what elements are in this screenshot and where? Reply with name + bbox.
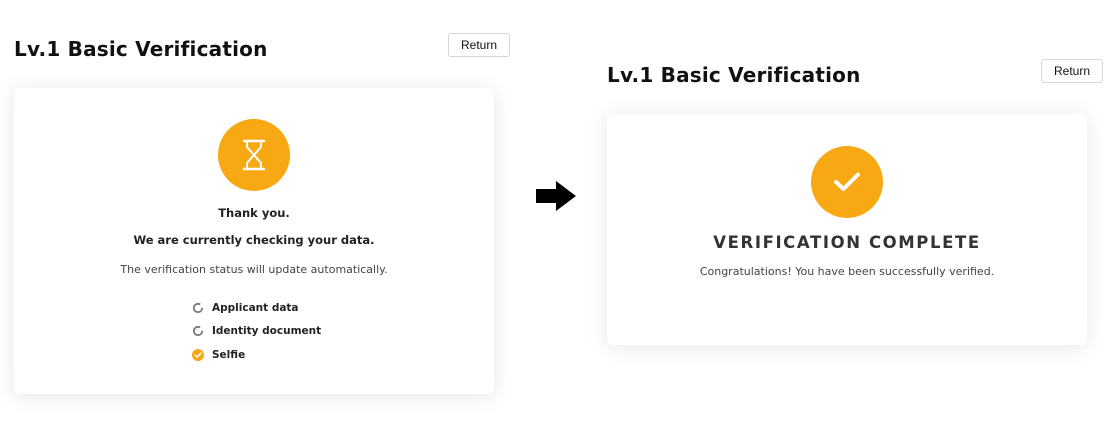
pending-icon [192, 325, 204, 337]
checking-data-heading: We are currently checking your data. [133, 233, 375, 247]
thank-you-heading: Thank you. [218, 206, 290, 220]
return-button[interactable]: Return [1041, 59, 1103, 83]
auto-update-info: The verification status will update auto… [120, 263, 388, 276]
pending-icon [192, 302, 204, 314]
return-button[interactable]: Return [448, 33, 510, 57]
hourglass-icon [218, 119, 290, 191]
checklist-label: Selfie [212, 348, 246, 361]
check-circle-icon [192, 348, 204, 361]
verification-complete-heading: VERIFICATION COMPLETE [713, 233, 981, 252]
list-item-identity-document: Identity document [192, 320, 321, 344]
checkmark-icon [811, 146, 883, 218]
verification-status-card: Thank you. We are currently checking you… [14, 88, 494, 394]
list-item-applicant-data: Applicant data [192, 296, 321, 320]
page-title: Lv.1 Basic Verification [14, 37, 268, 61]
page-title: Lv.1 Basic Verification [607, 63, 861, 87]
list-item-selfie: Selfie [192, 343, 321, 367]
verification-checklist: Applicant data Identity document Selfie [192, 296, 321, 367]
verification-complete-card: VERIFICATION COMPLETE Congratulations! Y… [607, 114, 1087, 345]
success-message: Congratulations! You have been successfu… [699, 265, 995, 278]
checklist-label: Identity document [212, 325, 322, 338]
arrow-right-icon [534, 180, 578, 216]
checklist-label: Applicant data [212, 301, 299, 314]
